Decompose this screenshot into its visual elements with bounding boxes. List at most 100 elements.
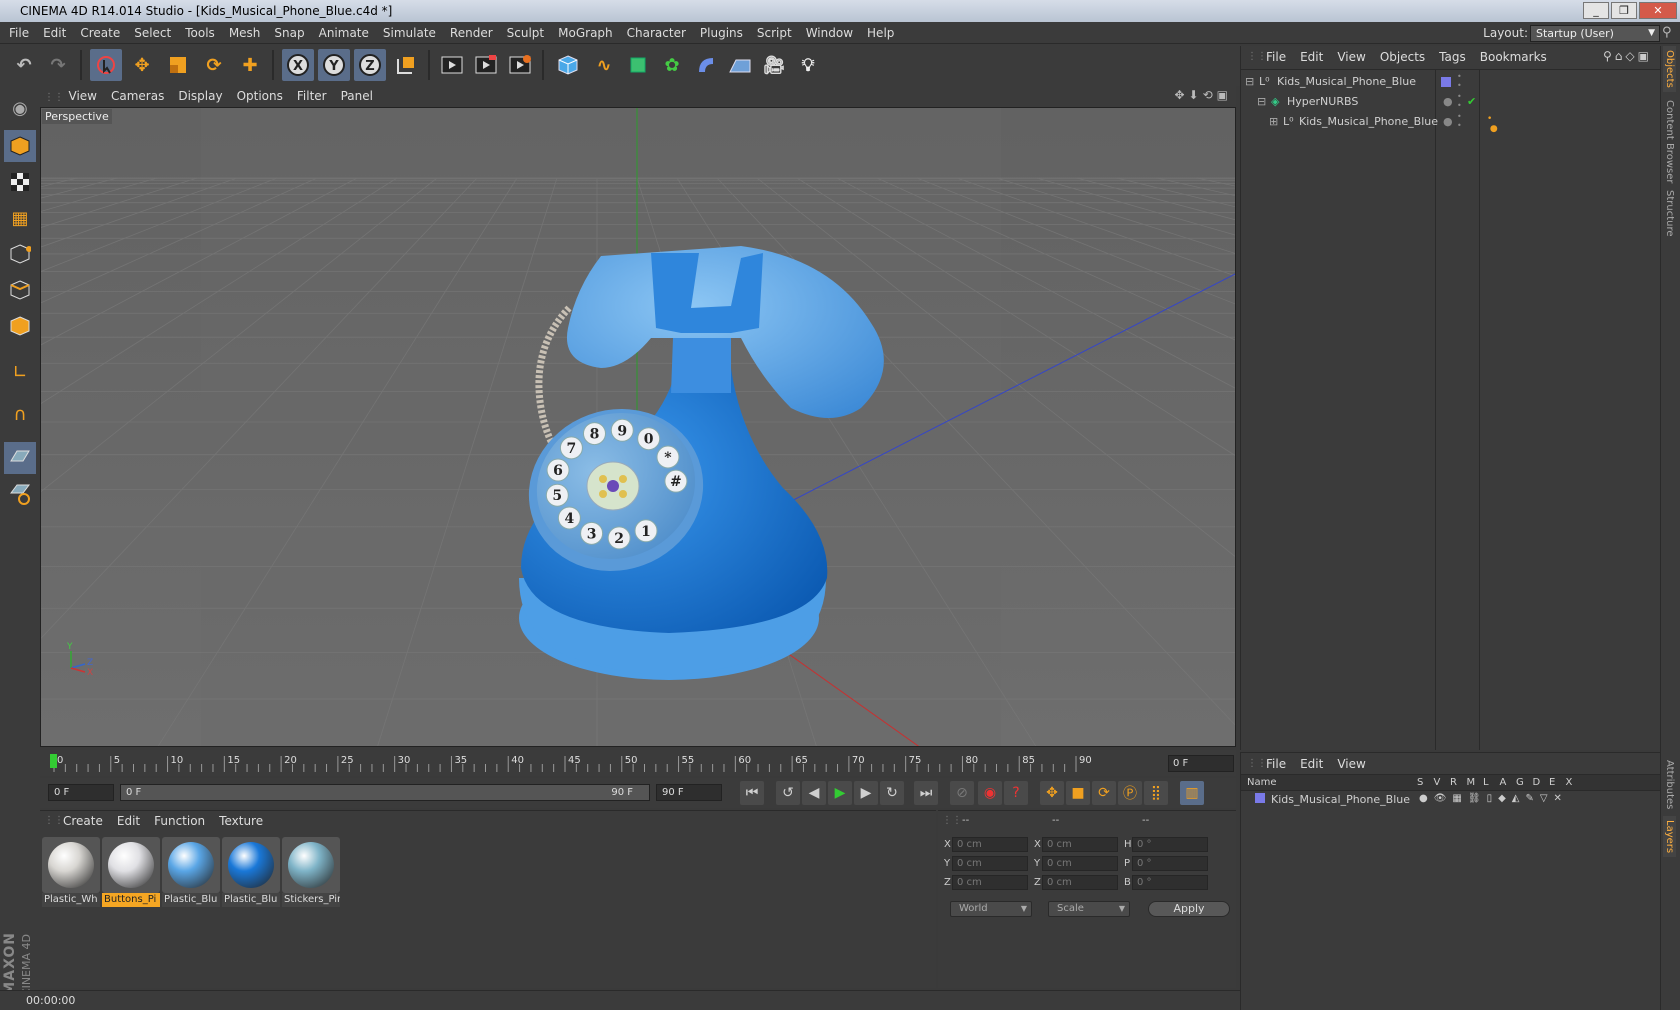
playhead[interactable] — [50, 754, 57, 768]
layer-menu-file[interactable]: File — [1259, 753, 1293, 775]
material-swatch[interactable]: Plastic_Wh — [42, 837, 100, 907]
tree-row-root[interactable]: ⊟ L⁰ Kids_Musical_Phone_Blue • • — [1241, 72, 1651, 92]
record-icon[interactable]: ◉ — [978, 781, 1002, 805]
tab-content-browser[interactable]: Content Browser — [1663, 96, 1676, 187]
timeline-ruler[interactable]: 0 5 10 15 20 25 30 35 40 45 50 55 60 65 70 75 80 85 90 — [40, 750, 1236, 776]
layer-column-l[interactable]: L — [1483, 777, 1489, 788]
menu-sculpt[interactable]: Sculpt — [500, 22, 551, 44]
render-settings-icon[interactable] — [504, 49, 536, 81]
polygons-mode-icon[interactable] — [4, 310, 36, 342]
key-scale-icon[interactable]: ■ — [1066, 781, 1090, 805]
visibility-dots[interactable]: • • — [1457, 72, 1462, 90]
key-rotation-icon[interactable]: ⟳ — [1092, 781, 1116, 805]
next-key-icon[interactable]: ↻ — [880, 781, 904, 805]
move-icon[interactable]: ✥ — [126, 49, 158, 81]
layer-row[interactable]: Kids_Musical_Phone_Blue ●👁︎▦⛓▯◆◭✎▽✕ — [1241, 791, 1660, 809]
tab-attributes[interactable]: Attributes — [1663, 756, 1676, 813]
enabled-check-icon[interactable]: ✔ — [1467, 92, 1476, 112]
layer-column-g[interactable]: G — [1516, 777, 1524, 788]
layer-column-x[interactable]: X — [1566, 777, 1573, 788]
tab-layers[interactable]: Layers — [1663, 816, 1676, 858]
layer-column-m[interactable]: M — [1467, 777, 1476, 788]
menu-file[interactable]: File — [2, 22, 36, 44]
coord-field-z[interactable]: 0 cm — [952, 875, 1028, 890]
texture-mode-icon[interactable] — [4, 166, 36, 198]
autokey-icon[interactable]: ? — [1004, 781, 1028, 805]
timeline-window-icon[interactable]: ▥ — [1180, 781, 1204, 805]
model-mode-icon[interactable] — [4, 130, 36, 162]
workplane-lock-icon[interactable] — [4, 442, 36, 474]
cube-icon[interactable] — [552, 49, 584, 81]
object-menu-edit[interactable]: Edit — [1293, 46, 1330, 68]
end-frame-field[interactable]: 90 F — [656, 784, 722, 801]
material-swatch[interactable]: Plastic_Blu — [162, 837, 220, 907]
object-menu-file[interactable]: File — [1259, 46, 1293, 68]
tab-objects[interactable]: Objects — [1663, 46, 1676, 92]
material-swatch[interactable]: Buttons_Pi — [102, 837, 160, 907]
expand-icon[interactable]: ⊞ — [1269, 112, 1278, 132]
tree-row-hypernurbs[interactable]: ⊟ ◈ HyperNURBS ● • • ✔ — [1241, 92, 1651, 112]
deformer-icon[interactable] — [690, 49, 722, 81]
layer-column-v[interactable]: V — [1434, 777, 1441, 788]
layer-column-e[interactable]: E — [1549, 777, 1555, 788]
layer-color-swatch[interactable] — [1255, 793, 1265, 803]
viewport-menu-view[interactable]: View — [62, 86, 104, 107]
coord-field-b[interactable]: 0 ° — [1132, 875, 1208, 890]
minimize-button[interactable]: _ — [1583, 2, 1609, 19]
go-to-end-icon[interactable]: ⏭︎ — [914, 781, 938, 805]
search-icon[interactable]: ⚲ — [1662, 25, 1678, 41]
keyframe-selection-icon[interactable]: ⊘ — [950, 781, 974, 805]
menu-simulate[interactable]: Simulate — [376, 22, 443, 44]
coord-field-y[interactable]: 0 cm — [952, 856, 1028, 871]
menu-mesh[interactable]: Mesh — [222, 22, 268, 44]
start-frame-field[interactable]: 0 F — [48, 784, 114, 801]
key-position-icon[interactable]: ✥ — [1040, 781, 1064, 805]
previous-frame-icon[interactable]: ◀ — [802, 781, 826, 805]
layer-flag-icons[interactable]: ●👁︎▦⛓▯◆◭✎▽✕ — [1419, 793, 1568, 804]
visibility-dots[interactable]: • • — [1457, 92, 1462, 110]
axis-mode-icon[interactable]: ∟ — [4, 356, 36, 388]
perspective-viewport[interactable]: 1 2 3 4 5 6 7 8 9 0 * # Y X Z — [40, 107, 1236, 747]
object-toolbar-icons[interactable]: ⚲⌂◇▣ — [1603, 49, 1652, 63]
viewport-nav-icons[interactable]: ✥⬇⟲▣ — [1174, 88, 1232, 102]
play-icon[interactable]: ▶ — [828, 781, 852, 805]
material-menu-texture[interactable]: Texture — [212, 811, 270, 832]
add-object-icon[interactable]: ✚ — [234, 49, 266, 81]
object-menu-view[interactable]: View — [1330, 46, 1372, 68]
undo-icon[interactable]: ↶ — [8, 49, 40, 81]
menu-select[interactable]: Select — [127, 22, 178, 44]
viewport-menu-cameras[interactable]: Cameras — [104, 86, 171, 107]
coordinate-mode-dropdown[interactable]: World ▼ — [950, 901, 1032, 917]
material-tag-icon[interactable]: • ● — [1487, 114, 1498, 134]
layer-column-d[interactable]: D — [1533, 777, 1541, 788]
coord-field-y[interactable]: 0 cm — [1042, 856, 1118, 871]
render-view-icon[interactable] — [436, 49, 468, 81]
scale-icon[interactable] — [162, 49, 194, 81]
soft-selection-icon[interactable] — [4, 478, 36, 510]
apply-button[interactable]: Apply — [1148, 901, 1230, 917]
x-axis-lock-icon[interactable]: X — [282, 49, 314, 81]
floor-icon[interactable] — [724, 49, 756, 81]
make-editable-icon[interactable]: ◉ — [4, 92, 36, 124]
layer-menu-edit[interactable]: Edit — [1293, 753, 1330, 775]
collapse-icon[interactable]: ⊟ — [1245, 72, 1254, 92]
object-menu-bookmarks[interactable]: Bookmarks — [1473, 46, 1554, 68]
layout-dropdown[interactable]: Startup (User) ▼ — [1530, 25, 1660, 42]
menu-plugins[interactable]: Plugins — [693, 22, 750, 44]
menu-create[interactable]: Create — [73, 22, 127, 44]
coord-field-z[interactable]: 0 cm — [1042, 875, 1118, 890]
material-menu-create[interactable]: Create — [56, 811, 110, 832]
next-frame-icon[interactable]: ▶ — [854, 781, 878, 805]
menu-snap[interactable]: Snap — [267, 22, 311, 44]
spline-pen-icon[interactable]: ∿ — [588, 49, 620, 81]
menu-tools[interactable]: Tools — [178, 22, 222, 44]
viewport-menu-display[interactable]: Display — [171, 86, 229, 107]
menu-character[interactable]: Character — [620, 22, 693, 44]
viewport-menu-filter[interactable]: Filter — [290, 86, 334, 107]
z-axis-lock-icon[interactable]: Z — [354, 49, 386, 81]
redo-icon[interactable]: ↷ — [42, 49, 74, 81]
rotate-icon[interactable]: ⟳ — [198, 49, 230, 81]
menu-edit[interactable]: Edit — [36, 22, 73, 44]
close-button[interactable]: ✕ — [1639, 2, 1677, 19]
tab-structure[interactable]: Structure — [1663, 186, 1676, 241]
